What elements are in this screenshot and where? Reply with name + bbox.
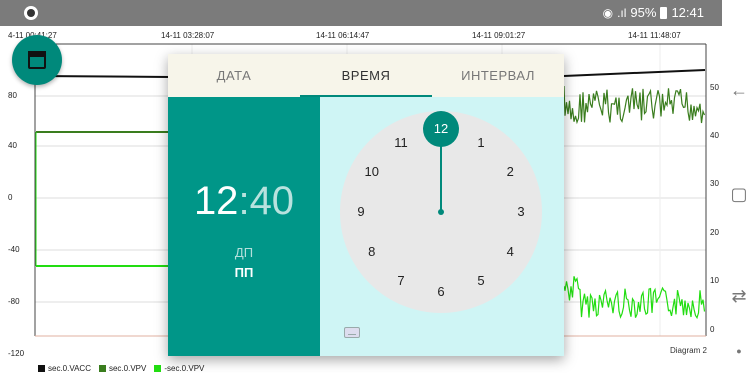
legend-item: sec.0.VACC [38,364,91,373]
tab-interval[interactable]: ИНТЕРВАЛ [432,54,564,97]
clock-number-11[interactable]: 11 [389,133,413,153]
y-right-tick-label: 30 [710,179,719,188]
clock-number-6[interactable]: 6 [429,282,453,302]
am-pm-selector: ДП ПП [168,243,320,283]
am-option[interactable]: ДП [168,243,320,263]
clock-number-7[interactable]: 7 [389,271,413,291]
time-header-pane: 12:40 ДП ПП [168,97,320,356]
y-left-tick-label: -120 [8,349,25,358]
keyboard-icon[interactable] [344,327,360,338]
home-dot-icon[interactable]: ● [722,346,756,356]
status-time: 12:41 [671,5,704,20]
battery-icon [660,6,668,19]
clock-pane: 12 1 2 3 4 5 6 7 8 9 10 11 [320,97,564,356]
legend-swatch [98,365,106,372]
pm-option[interactable]: ПП [168,263,320,283]
series-vacc [35,75,171,78]
clock-number-4[interactable]: 4 [498,242,522,262]
diagram-label: Diagram 2 [670,346,707,355]
clock-number-10[interactable]: 10 [360,162,384,182]
time-picker-dialog: ДАТА ВРЕМЯ ИНТЕРВАЛ 12:40 ДП ПП 12 12 3 45… [168,54,564,356]
minute-value[interactable]: 40 [250,179,295,223]
wifi-icon: ◉ [602,5,614,20]
x-tick-label: 14-11 11:48:07 [628,31,681,40]
y-left-tick-label: 0 [8,193,13,202]
hour-value[interactable]: 12 [194,179,239,223]
clock-number-1[interactable]: 1 [469,133,493,153]
clock-number-2[interactable]: 2 [498,162,522,182]
signal-icon: .ıl [617,5,627,20]
y-right-tick-label: 40 [710,131,719,140]
y-right-tick-label: 20 [710,228,719,237]
legend-item: sec.0.VPV [98,364,147,373]
time-separator: : [238,179,250,223]
y-right-tick-label: 10 [710,276,719,285]
status-indicators: ◉ .ıl 95% 12:41 [603,5,704,20]
clock-selected-number[interactable]: 12 [423,111,459,147]
tab-time[interactable]: ВРЕМЯ [300,54,432,97]
series-vacc-right [563,69,706,77]
chart-legend: sec.0.VACC sec.0.VPV -sec.0.VPV [38,364,204,373]
clock-center-dot [438,209,444,215]
y-left-tick-label: 40 [8,141,17,150]
clock-number-9[interactable]: 9 [349,202,373,222]
status-bar: ◉ .ıl 95% 12:41 [0,0,722,26]
calendar-fab-button[interactable] [12,35,62,85]
navigation-bar: ← ▢ ⇄ ● [722,0,756,373]
y-left-tick-label: 80 [8,91,17,100]
dialog-tabbar: ДАТА ВРЕМЯ ИНТЕРВАЛ [168,54,564,97]
series-neg-vpv-noise [563,276,706,320]
recents-icon[interactable]: ▢ [722,184,756,205]
clock-number-5[interactable]: 5 [469,271,493,291]
legend-label: -sec.0.VPV [164,364,205,373]
legend-swatch [154,365,162,372]
tab-date[interactable]: ДАТА [168,54,300,97]
x-tick-label: 14-11 06:14:47 [316,31,370,40]
x-tick-label: 14-11 03:28:07 [161,31,215,40]
series-vpv-noise [563,85,706,125]
y-right-tick-label: 50 [710,83,719,92]
battery-percent: 95% [630,5,657,20]
legend-label: sec.0.VPV [108,364,147,373]
legend-label: sec.0.VACC [48,364,91,373]
y-right-tick-label: 0 [710,325,715,334]
x-tick-label: 14-11 09:01:27 [472,31,526,40]
clock-number-8[interactable]: 8 [360,242,384,262]
app-notification-icon [24,6,38,20]
y-left-tick-label: -40 [8,245,20,254]
legend-item: -sec.0.VPV [154,364,204,373]
calendar-icon [28,51,46,69]
legend-swatch [38,365,45,372]
back-icon[interactable]: ← [722,80,756,101]
screen: ◉ .ıl 95% 12:41 4-11 00:41:2714-11 03:28… [0,0,756,373]
switch-icon[interactable]: ⇄ [722,286,756,307]
clock-face[interactable]: 12 1 2 3 4 5 6 7 8 9 10 11 [340,111,542,313]
time-display: 12:40 [168,179,320,224]
clock-number-3[interactable]: 3 [509,202,533,222]
y-left-tick-label: -80 [8,297,20,306]
